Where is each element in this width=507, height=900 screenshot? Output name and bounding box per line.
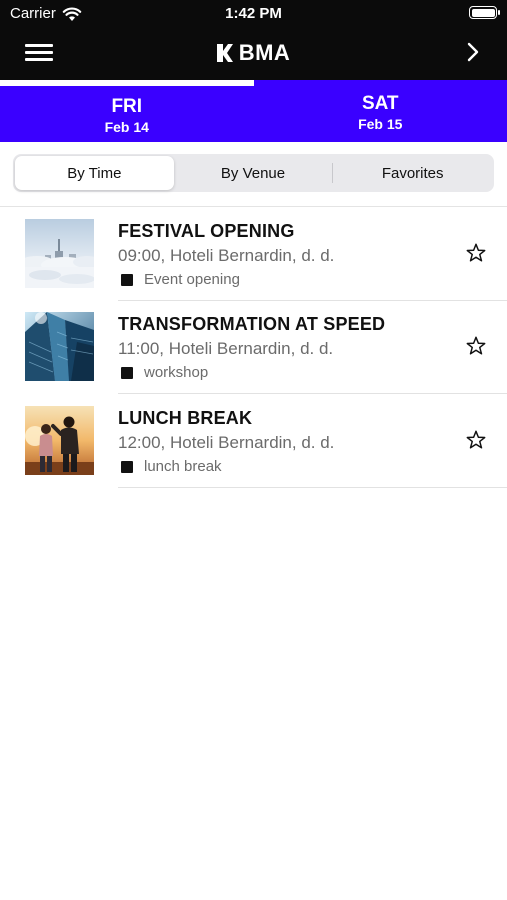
event-tag-label: lunch break — [144, 458, 222, 475]
status-time: 1:42 PM — [225, 5, 282, 22]
top-bar: Carrier 1:42 PM BMA — [0, 0, 507, 80]
favorite-star-icon[interactable] — [465, 335, 487, 357]
event-title: LUNCH BREAK — [118, 408, 253, 428]
event-time-venue: 09:00, Hoteli Bernardin, d. d. — [118, 246, 335, 265]
tab-day-label: FRI — [111, 96, 143, 117]
segment-by-venue[interactable]: By Venue — [174, 156, 333, 190]
tab-day-label: SAT — [361, 93, 399, 114]
bma-logo-mark-icon — [216, 44, 233, 62]
tag-color-square-icon — [121, 366, 133, 379]
segment-favorites[interactable]: Favorites — [333, 156, 492, 190]
event-title: TRANSFORMATION AT SPEED — [118, 314, 386, 334]
tab-day-fri[interactable]: FRI Feb 14 — [0, 80, 254, 142]
event-row[interactable]: TRANSFORMATION AT SPEED 11:00, Hoteli Be… — [0, 300, 507, 394]
tab-day-sat[interactable]: SAT Feb 15 — [254, 80, 507, 142]
tag-color-square-icon — [121, 460, 133, 473]
nav-bar: BMA — [0, 30, 507, 74]
app-logo: BMA — [0, 40, 507, 66]
battery-icon — [469, 6, 500, 19]
chevron-right-icon[interactable] — [463, 40, 483, 64]
favorite-star-icon[interactable] — [465, 242, 487, 264]
day-tabs: FRI Feb 14 SAT Feb 15 — [0, 80, 507, 142]
event-tag-label: Event opening — [144, 271, 240, 288]
event-thumbnail — [25, 312, 94, 381]
event-thumbnail — [25, 219, 94, 288]
event-thumbnail — [25, 406, 94, 475]
glass-skyscrapers-image — [25, 312, 94, 381]
favorite-star-icon[interactable] — [465, 429, 487, 451]
tab-date-label: Feb 15 — [358, 116, 403, 132]
people-at-sunset-image — [25, 406, 94, 475]
event-row[interactable]: FESTIVAL OPENING 09:00, Hoteli Bernardin… — [0, 207, 507, 301]
row-divider — [118, 487, 507, 488]
event-tag: workshop — [121, 364, 208, 381]
event-tag-label: workshop — [144, 364, 209, 381]
event-title: FESTIVAL OPENING — [118, 221, 295, 241]
event-time-venue: 11:00, Hoteli Bernardin, d. d. — [118, 339, 334, 358]
logo-text: BMA — [238, 40, 291, 65]
event-row[interactable]: LUNCH BREAK 12:00, Hoteli Bernardin, d. … — [0, 394, 507, 488]
sort-segmented-control: By Time By Venue Favorites — [13, 154, 494, 192]
city-in-clouds-image — [25, 219, 94, 288]
event-tag: lunch break — [121, 458, 222, 475]
tag-color-square-icon — [121, 273, 133, 286]
status-bar: Carrier 1:42 PM — [0, 0, 507, 28]
event-time-venue: 12:00, Hoteli Bernardin, d. d. — [118, 433, 335, 452]
active-tab-indicator — [0, 80, 254, 86]
event-tag: Event opening — [121, 271, 240, 288]
tab-date-label: Feb 14 — [104, 119, 149, 135]
segment-by-time[interactable]: By Time — [15, 156, 174, 190]
